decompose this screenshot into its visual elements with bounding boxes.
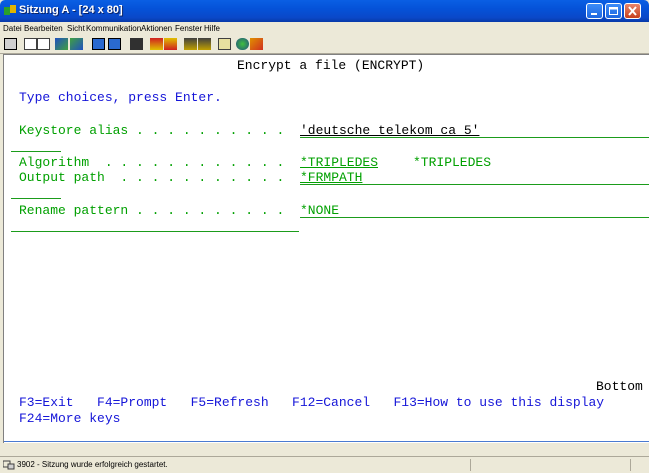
send-icon[interactable] <box>55 38 68 50</box>
paste-icon[interactable] <box>37 38 50 50</box>
menu-hilfe[interactable]: Hilfe <box>204 24 220 33</box>
algorithm-input[interactable]: *TRIPLEDES <box>300 156 378 170</box>
menu-datei[interactable]: Datei <box>3 24 22 33</box>
rename-pattern-underline <box>300 217 649 218</box>
keyboard-icon[interactable] <box>108 38 121 50</box>
screen-title: Encrypt a file (ENCRYPT) <box>237 58 425 73</box>
menu-fenster[interactable]: Fenster <box>175 24 202 33</box>
play-icon[interactable] <box>184 38 197 50</box>
menu-bearbeiten[interactable]: Bearbeiten <box>24 24 63 33</box>
function-keys-line2: F24=More keys <box>19 411 121 426</box>
close-button[interactable] <box>624 3 641 19</box>
macro-icon[interactable] <box>130 38 143 50</box>
keystore-alias-underline <box>300 137 649 138</box>
status-bar: 3902 - Sitzung wurde erfolgreich gestart… <box>0 456 649 473</box>
screen-icon[interactable] <box>4 38 17 50</box>
connection-icon <box>3 460 15 470</box>
toolbar <box>0 36 649 54</box>
function-keys-line1: F3=Exit F4=Prompt F5=Refresh F12=Cancel … <box>19 395 605 410</box>
clipboard-icon[interactable] <box>218 38 231 50</box>
minimize-icon <box>591 13 597 15</box>
maximize-icon <box>609 7 618 15</box>
receive-icon[interactable] <box>70 38 83 50</box>
keystore-alias-label: Keystore alias . . . . . . . . . . <box>19 123 285 138</box>
algorithm-label: Algorithm . . . . . . . . . . . . <box>19 155 285 170</box>
bottom-indicator: Bottom <box>596 379 643 394</box>
field-separator <box>11 151 61 152</box>
field-separator-3 <box>11 231 299 232</box>
output-path-input[interactable]: *FRMPATH <box>300 171 362 185</box>
menu-kommunikation[interactable]: Kommunikation <box>86 24 141 33</box>
field-separator-2 <box>11 198 61 199</box>
terminal-screen[interactable]: Encrypt a file (ENCRYPT) Type choices, p… <box>3 54 649 443</box>
minimize-button[interactable] <box>586 3 603 19</box>
status-separator <box>470 459 471 471</box>
operator-info-line <box>4 441 649 442</box>
instructions: Type choices, press Enter. <box>19 90 222 105</box>
app-icon <box>4 5 16 15</box>
display-icon[interactable] <box>92 38 105 50</box>
output-path-underline <box>300 184 649 185</box>
keystore-alias-input[interactable]: 'deutsche telekom ca 5' <box>300 124 479 138</box>
rename-pattern-input[interactable]: *NONE <box>300 204 339 218</box>
record-icon[interactable] <box>150 38 163 50</box>
edit-icon[interactable] <box>250 38 263 50</box>
output-path-label: Output path . . . . . . . . . . . <box>19 170 285 185</box>
status-separator-2 <box>630 459 631 471</box>
options-icon[interactable] <box>198 38 211 50</box>
window-title: Sitzung A - [24 x 80] <box>19 4 123 16</box>
globe-icon[interactable] <box>236 38 249 50</box>
title-bar[interactable]: Sitzung A - [24 x 80] <box>0 0 649 22</box>
stop-icon[interactable] <box>164 38 177 50</box>
close-icon <box>628 6 637 16</box>
maximize-button[interactable] <box>605 3 622 19</box>
menu-sicht[interactable]: Sicht <box>67 24 85 33</box>
status-message: 3902 - Sitzung wurde erfolgreich gestart… <box>17 460 168 469</box>
rename-pattern-label: Rename pattern . . . . . . . . . . <box>19 203 285 218</box>
menu-bar: Datei Bearbeiten Sicht Kommunikation Akt… <box>0 22 649 36</box>
copy-icon[interactable] <box>24 38 37 50</box>
menu-aktionen[interactable]: Aktionen <box>141 24 172 33</box>
algorithm-choices: *TRIPLEDES <box>413 155 492 170</box>
